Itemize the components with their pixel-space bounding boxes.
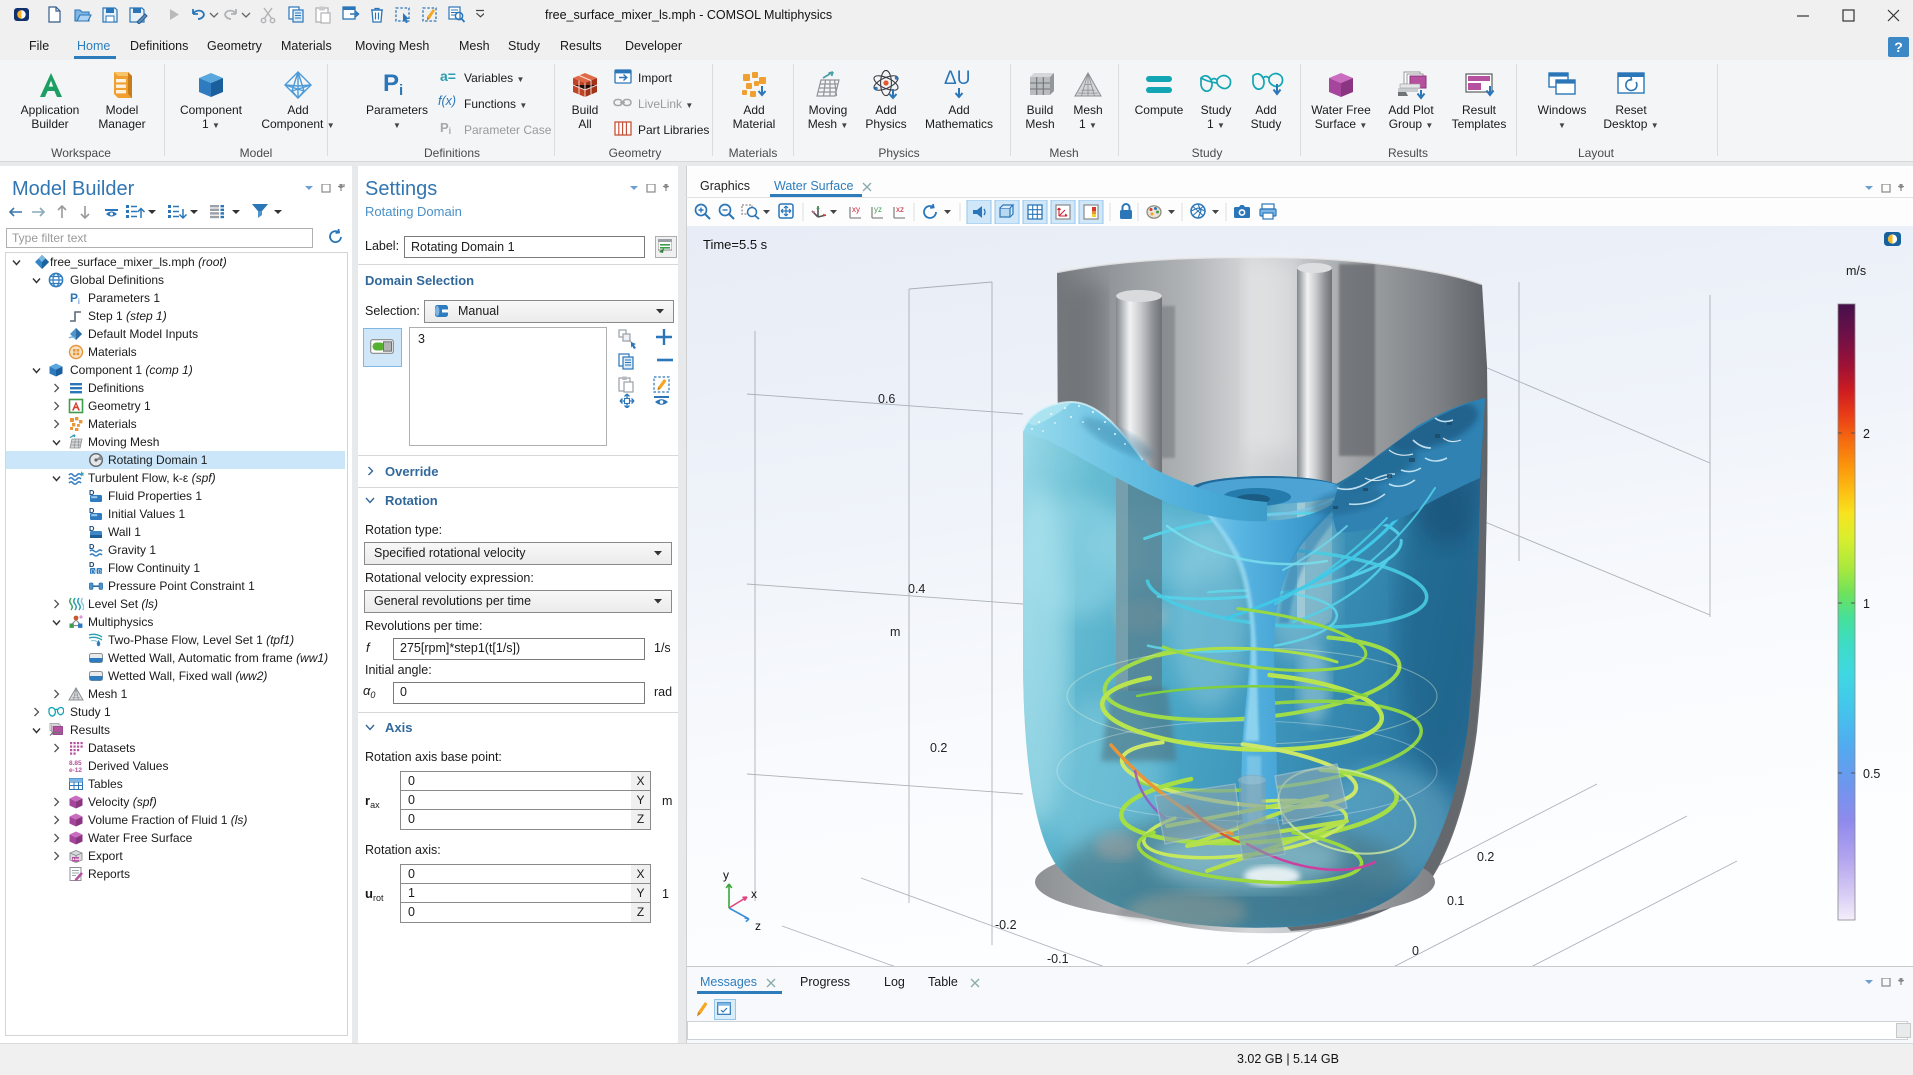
- svg-text:z: z: [755, 919, 761, 933]
- svg-text:0.6: 0.6: [878, 392, 895, 406]
- svg-text:-0.2: -0.2: [995, 918, 1017, 932]
- svg-text:y: y: [723, 868, 729, 882]
- svg-text:Time=5.5 s: Time=5.5 s: [703, 237, 768, 252]
- svg-text:0.2: 0.2: [1477, 850, 1494, 864]
- svg-text:m/s: m/s: [1846, 264, 1866, 278]
- svg-text:0.5: 0.5: [1863, 767, 1880, 781]
- svg-text:xz: xz: [896, 205, 904, 214]
- svg-text:0.2: 0.2: [930, 741, 947, 755]
- svg-text:1: 1: [1863, 597, 1870, 611]
- svg-text:0.1: 0.1: [1447, 894, 1464, 908]
- svg-text:xy: xy: [852, 205, 860, 214]
- svg-text:0.4: 0.4: [908, 582, 925, 596]
- svg-text:yz: yz: [874, 205, 882, 214]
- svg-text:2: 2: [1863, 427, 1870, 441]
- svg-text:0: 0: [1412, 944, 1419, 958]
- svg-text:m: m: [890, 625, 900, 639]
- svg-text:-0.1: -0.1: [1047, 952, 1069, 966]
- svg-text:x: x: [751, 887, 757, 901]
